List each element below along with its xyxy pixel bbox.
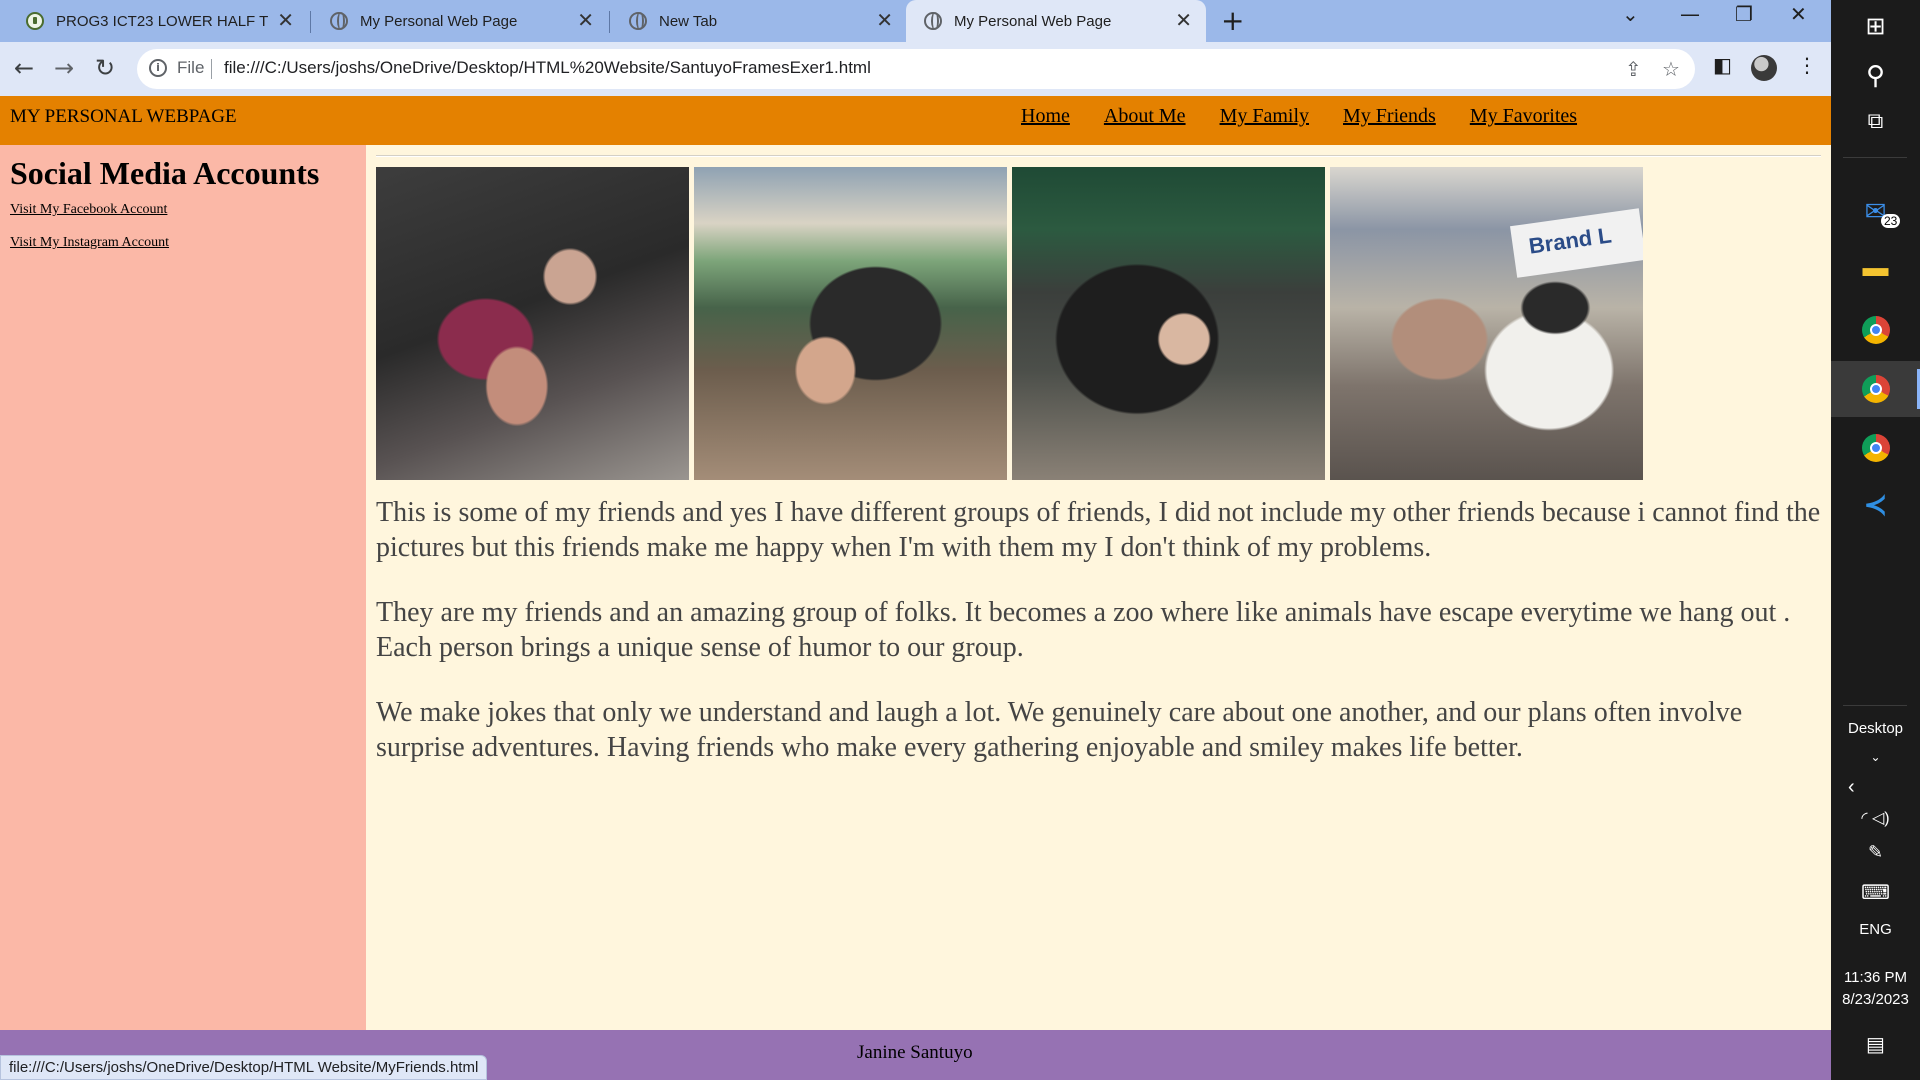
tab-prog3[interactable]: PROG3 ICT23 LOWER HALF TERM ✕ [8,0,308,42]
footer-name: Janine Santuyo [857,1042,973,1063]
search-icon[interactable]: ⚲ [1831,60,1920,91]
tab-search-icon[interactable]: ⌄ [1622,2,1639,26]
close-tab-icon[interactable]: ✕ [876,11,893,31]
chrome-profile-icon[interactable] [1831,434,1920,462]
browser-toolbar: ← → ↻ i File file:///C:/Users/joshs/OneD… [0,42,1831,96]
globe-icon [629,12,647,30]
main-frame: Brand L This is some of my friends and y… [366,145,1831,1030]
bookmark-star-icon[interactable]: ☆ [1662,57,1680,81]
instagram-link[interactable]: Visit My Instagram Account [10,235,169,251]
paragraph-2: They are my friends and an amazing group… [376,597,1791,663]
start-icon[interactable]: ⊞ [1831,12,1920,41]
address-bar[interactable]: i File file:///C:/Users/joshs/OneDrive/D… [137,49,1695,89]
tab-personal-page[interactable]: My Personal Web Page ✕ [312,0,608,42]
friends-photo-1 [376,167,689,480]
site-info-icon[interactable]: i [149,59,167,77]
web-page: MY PERSONAL WEBPAGE Home About Me My Fam… [0,96,1831,1080]
tab-personal-page-active[interactable]: My Personal Web Page ✕ [906,0,1206,42]
chrome-icon[interactable] [1831,316,1920,344]
tab-title: PROG3 ICT23 LOWER HALF TERM [56,12,269,30]
close-tab-icon[interactable]: ✕ [577,11,594,31]
nav-my-friends[interactable]: My Friends [1343,105,1436,128]
taskbar-divider [1843,705,1907,706]
mail-icon[interactable]: ✉ 23 [1831,196,1920,228]
notifications-icon[interactable]: ▤ [1831,1032,1920,1057]
sidebar-heading: Social Media Accounts [10,155,320,191]
globe-icon [924,12,942,30]
tab-strip: PROG3 ICT23 LOWER HALF TERM ✕ My Persona… [0,0,1831,42]
friends-text: This is some of my friends and yes I hav… [376,495,1826,795]
tab-new-tab[interactable]: New Tab ✕ [611,0,907,42]
friends-photo-4: Brand L [1330,167,1643,480]
paragraph-3: We make jokes that only we understand an… [376,697,1743,763]
tab-title: My Personal Web Page [954,12,1112,30]
close-window-icon[interactable]: ✕ [1790,2,1807,26]
network-volume-icon[interactable]: ◜ ◁) [1831,808,1920,828]
browser-window: PROG3 ICT23 LOWER HALF TERM ✕ My Persona… [0,0,1831,1080]
chevron-down-icon[interactable]: ⌄ [1831,750,1920,764]
url-text[interactable]: file:///C:/Users/joshs/OneDrive/Desktop/… [224,58,871,78]
site-brand: MY PERSONAL WEBPAGE [10,106,237,127]
nav-my-family[interactable]: My Family [1220,105,1309,128]
close-tab-icon[interactable]: ✕ [1175,11,1192,31]
file-explorer-icon[interactable]: ▬ [1831,252,1920,283]
paragraph-1: This is some of my friends and yes I hav… [376,497,1821,563]
desktop-label[interactable]: Desktop [1831,720,1920,737]
profile-avatar[interactable] [1751,55,1777,81]
photo-gallery: Brand L [376,167,1643,480]
taskbar-divider [1843,157,1907,158]
tab-divider [310,11,311,33]
photo-sign-text: Brand L [1510,208,1643,278]
restore-icon[interactable]: ❐ [1735,2,1753,26]
google-forms-icon [26,12,44,30]
tab-divider [609,11,610,33]
menu-kebab-icon[interactable]: ⋮ [1797,53,1817,77]
nav-my-favorites[interactable]: My Favorites [1470,105,1577,128]
windows-taskbar: ⊞ ⚲ ⧉ ✉ 23 ▬ ≺ Desktop ⌄ ‹ ◜ ◁) ✎ ⌨ ENG … [1831,0,1920,1080]
friends-photo-3 [1012,167,1325,480]
nav-about-me[interactable]: About Me [1104,105,1186,128]
omnibox-divider [211,59,212,79]
minimize-icon[interactable]: — [1680,2,1700,26]
language-indicator[interactable]: ENG [1831,921,1920,938]
vscode-icon[interactable]: ≺ [1831,488,1920,521]
chevron-left-icon[interactable]: ‹ [1831,776,1920,799]
close-tab-icon[interactable]: ✕ [277,11,294,31]
site-header: MY PERSONAL WEBPAGE Home About Me My Fam… [0,96,1831,145]
link-status-bubble: file:///C:/Users/joshs/OneDrive/Desktop/… [0,1055,488,1080]
site-nav: Home About Me My Family My Friends My Fa… [1021,105,1611,128]
friends-photo-2 [694,167,1007,480]
clock-time[interactable]: 11:36 PM [1831,969,1920,986]
facebook-link[interactable]: Visit My Facebook Account [10,202,167,218]
tab-title: My Personal Web Page [360,12,518,30]
mail-badge: 23 [1881,214,1901,228]
sidebar-frame: Social Media Accounts Visit My Facebook … [0,145,366,1030]
task-view-icon[interactable]: ⧉ [1831,108,1920,134]
nav-home[interactable]: Home [1021,105,1070,128]
side-panel-icon[interactable]: ◧ [1713,53,1732,77]
chrome-profile-icon-active[interactable] [1831,361,1920,417]
new-tab-button[interactable]: + [1221,6,1244,36]
horizontal-rule [376,155,1821,157]
tab-title: New Tab [659,12,718,30]
clock-date[interactable]: 8/23/2023 [1831,991,1920,1008]
forward-icon[interactable]: → [54,53,74,83]
pen-icon[interactable]: ✎ [1831,842,1920,863]
share-icon[interactable]: ⇪ [1625,57,1642,81]
keyboard-icon[interactable]: ⌨ [1831,880,1920,905]
reload-icon[interactable]: ↻ [95,53,115,83]
scheme-label: File [177,58,205,77]
globe-icon [330,12,348,30]
back-icon[interactable]: ← [14,53,34,83]
